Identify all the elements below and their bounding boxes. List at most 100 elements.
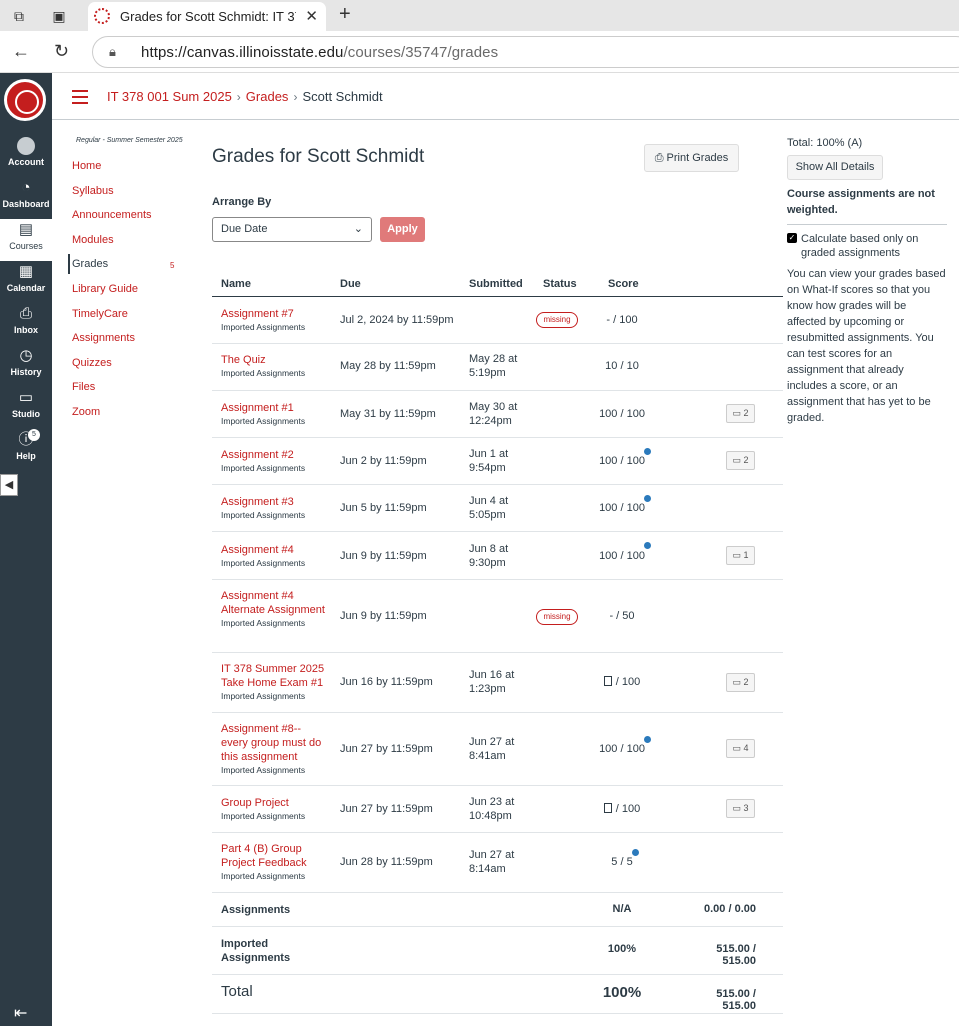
breadcrumb-current: Scott Schmidt [302, 89, 383, 104]
speaker-icon[interactable]: ◀ [0, 474, 18, 496]
tab-actions-icon[interactable]: ▣ [50, 7, 68, 25]
print-grades-button[interactable]: ⎙ Print Grades [644, 144, 739, 172]
workspaces-icon[interactable]: ⧉ [10, 7, 28, 25]
help-icon: ⓘ [18, 431, 34, 448]
summary-row: Imported Assignments 100% 515.00 / 515.0… [212, 927, 783, 975]
show-all-details-button[interactable]: Show All Details [787, 155, 883, 180]
summary-percent: N/A [612, 903, 632, 915]
course-menu-icon[interactable] [72, 90, 88, 108]
summary-points: 515.00 / 515.00 [716, 943, 756, 967]
new-tab-icon[interactable]: + [339, 3, 351, 26]
back-icon[interactable]: ← [12, 41, 30, 62]
table-row: IT 378 Summer 2025 Take Home Exam #1 Impo… [212, 653, 783, 713]
nav-studio[interactable]: ▭ Studio [0, 387, 52, 429]
course-nav-syllabus[interactable]: Syllabus [72, 183, 192, 208]
assignment-link[interactable]: IT 378 Summer 2025 Take Home Exam #1 [221, 663, 324, 689]
course-nav-files[interactable]: Files [72, 379, 192, 404]
nav-history[interactable]: ◷ History [0, 345, 52, 387]
nav-account[interactable]: Account [0, 135, 52, 177]
assignment-link[interactable]: Assignment #1 [221, 402, 294, 414]
collapse-nav-icon[interactable]: ⇤ [14, 1003, 27, 1023]
nav-help[interactable]: ⓘ 5 Help [0, 429, 52, 471]
unread-dot [644, 448, 651, 455]
assignment-link[interactable]: The Quiz [221, 354, 266, 366]
university-logo[interactable] [4, 79, 46, 121]
course-nav-grades[interactable]: Grades 5 [68, 254, 192, 281]
arrange-by-select[interactable]: Due Date ⌄ [212, 217, 372, 242]
summary-row: Assignments N/A 0.00 / 0.00 [212, 893, 783, 927]
unread-dot [632, 849, 639, 856]
due-date: Jul 2, 2024 by 11:59pm [340, 314, 454, 326]
header-status[interactable]: Status [543, 278, 577, 290]
course-nav-announcements[interactable]: Announcements [72, 207, 192, 232]
comments-button[interactable]: ▭ 4 [726, 739, 755, 758]
refresh-icon[interactable]: ↻ [54, 41, 69, 62]
score-value: / 100 [615, 803, 641, 815]
assignment-group: Imported Assignments [221, 322, 306, 332]
course-nav-timelycare[interactable]: TimelyCare [72, 306, 192, 331]
table-row: Assignment #7 Imported Assignments Jul 2,… [212, 298, 783, 344]
nav-calendar[interactable]: ▦ Calendar [0, 261, 52, 303]
assignment-link[interactable]: Part 4 (B) Group Project Feedback [221, 843, 307, 869]
table-row: Assignment #4 Alternate Assignment Import… [212, 580, 783, 653]
score: 100 / 100 [599, 550, 645, 562]
course-nav-library-guide[interactable]: Library Guide [72, 281, 192, 306]
calculate-graded-only-checkbox[interactable]: ✓ Calculate based only on graded assignm… [787, 232, 947, 260]
comment-icon: ▭ [732, 455, 744, 465]
assignment-link[interactable]: Assignment #4 [221, 544, 294, 556]
course-nav-zoom[interactable]: Zoom [72, 404, 192, 429]
header-name[interactable]: Name [221, 278, 251, 290]
table-row: Assignment #4 Imported Assignments Jun 9 … [212, 532, 783, 580]
chevron-down-icon: ⌄ [353, 223, 363, 235]
course-nav-assignments[interactable]: Assignments [72, 330, 192, 355]
table-row: Part 4 (B) Group Project Feedback Importe… [212, 833, 783, 893]
comments-count: 1 [743, 550, 749, 560]
print-grades-label: Print Grades [666, 152, 729, 164]
assignment-link[interactable]: Assignment #8-- every group must do this… [221, 723, 321, 763]
course-nav-modules[interactable]: Modules [72, 232, 192, 257]
due-date: Jun 28 by 11:59pm [340, 856, 433, 868]
comments-button[interactable]: ▭ 1 [726, 546, 755, 565]
page-title: Grades for Scott Schmidt [212, 146, 425, 167]
summary-percent: 100% [602, 984, 642, 1001]
assignment-link[interactable]: Assignment #2 [221, 449, 294, 461]
header-score[interactable]: Score [608, 278, 639, 290]
assignment-link[interactable]: Group Project [221, 797, 289, 809]
score: 100 / 100 [599, 455, 645, 467]
comments-button[interactable]: ▭ 2 [726, 673, 755, 692]
document-icon [603, 803, 612, 813]
breadcrumb-course[interactable]: IT 378 001 Sum 2025 [107, 89, 232, 104]
course-nav-home[interactable]: Home [72, 158, 192, 183]
header-submitted[interactable]: Submitted [469, 278, 523, 290]
assignment-link[interactable]: Assignment #7 [221, 308, 294, 320]
course-nav-quizzes[interactable]: Quizzes [72, 355, 192, 380]
assignment-link[interactable]: Assignment #4 Alternate Assignment [221, 590, 325, 616]
comment-icon: ▭ [732, 550, 744, 560]
breadcrumb-grades[interactable]: Grades [246, 89, 289, 104]
nav-inbox[interactable]: ⎙ Inbox [0, 303, 52, 345]
submitted-date: May 30 at 12:24pm [469, 401, 518, 427]
comments-count: 2 [743, 408, 749, 418]
comments-count: 4 [743, 743, 749, 753]
apply-button[interactable]: Apply [380, 217, 425, 242]
active-tab[interactable]: Grades for Scott Schmidt: IT 378 0 ✕ [88, 2, 326, 31]
assignment-group: Imported Assignments [221, 510, 306, 520]
table-row: Assignment #1 Imported Assignments May 31… [212, 391, 783, 438]
score: - / 50 [609, 610, 635, 622]
assignment-group: Imported Assignments [221, 765, 306, 775]
score: / 100 [582, 802, 662, 816]
nav-dashboard[interactable]: ◔ Dashboard [0, 177, 52, 219]
summary-label: Imported Assignments [221, 938, 291, 964]
header-due[interactable]: Due [340, 278, 361, 290]
score: 100 / 100 [599, 743, 645, 755]
checkmark-icon: ✓ [787, 233, 797, 243]
comments-button[interactable]: ▭ 2 [726, 451, 755, 470]
close-tab-icon[interactable]: ✕ [305, 7, 318, 25]
table-row: Group Project Imported Assignments Jun 27… [212, 786, 783, 833]
checkbox-label: Calculate based only on graded assignmen… [801, 233, 919, 259]
comments-button[interactable]: ▭ 2 [726, 404, 755, 423]
assignment-link[interactable]: Assignment #3 [221, 496, 294, 508]
comments-button[interactable]: ▭ 3 [726, 799, 755, 818]
nav-courses[interactable]: ▤ Courses [0, 219, 52, 261]
url-field[interactable]: 🔒︎ https://canvas.illinoisstate.edu/cour… [92, 36, 959, 68]
